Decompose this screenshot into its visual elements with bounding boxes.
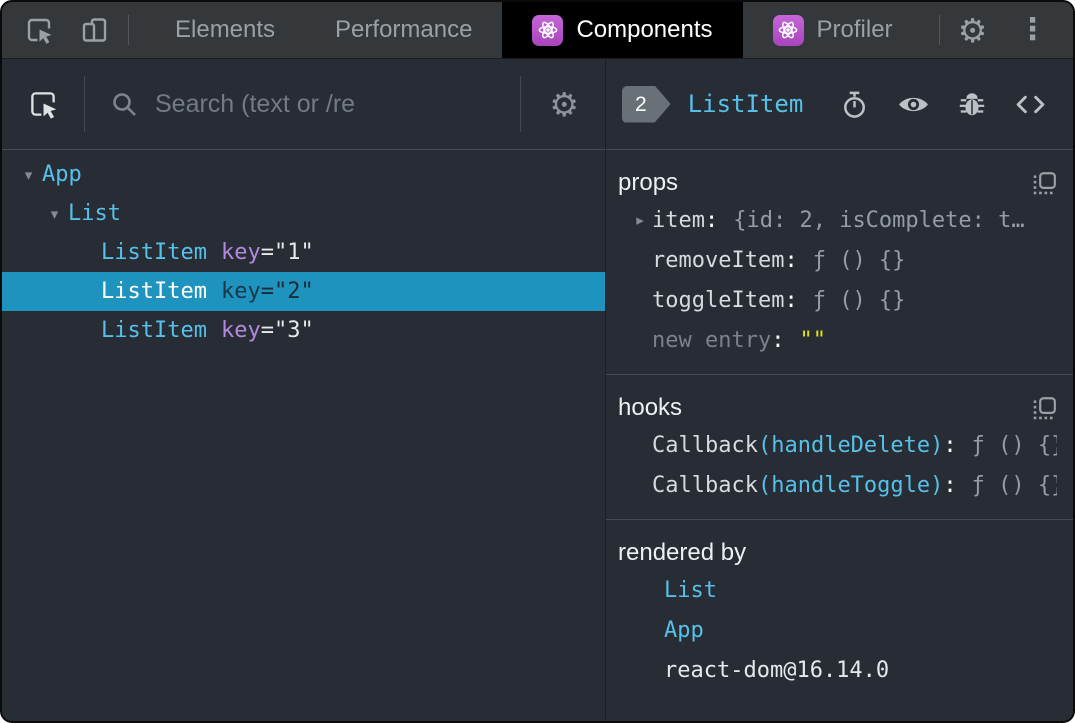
- colon: :: [784, 287, 798, 313]
- copy-hooks-icon[interactable]: [1031, 395, 1057, 421]
- devtools-body: ⚙ ▾ App ▾ List ListItem key ="1" ListIte…: [2, 59, 1073, 720]
- search-box: [109, 89, 497, 119]
- tab-performance-label: Performance: [335, 16, 473, 43]
- react-devtools-window: Elements Performance Components Profiler…: [0, 0, 1075, 723]
- tree-row-listitem-1[interactable]: ListItem key ="1": [2, 233, 605, 272]
- prop-name: item: [652, 207, 705, 233]
- tab-components[interactable]: Components: [502, 2, 743, 58]
- tree-row-list[interactable]: ▾ List: [2, 194, 605, 233]
- component-tree: ▾ App ▾ List ListItem key ="1" ListItem …: [2, 150, 605, 350]
- hook-arg: (handleToggle): [757, 472, 944, 498]
- prop-row-new-entry[interactable]: new entry: "": [618, 320, 1057, 360]
- component-inspector-panel: 2 ListItem props ▸ item: {id: 2, isComp…: [606, 59, 1073, 720]
- tab-elements-label: Elements: [175, 16, 276, 43]
- react-logo-icon: [772, 14, 804, 46]
- inspect-dom-eye-icon[interactable]: [897, 88, 930, 121]
- selected-component-name: ListItem: [687, 90, 804, 118]
- view-source-code-icon[interactable]: [1014, 88, 1047, 121]
- prop-row-toggleitem[interactable]: toggleItem: ƒ () {}: [618, 280, 1057, 320]
- owner-link-app[interactable]: App: [618, 610, 1057, 650]
- copy-props-icon[interactable]: [1031, 170, 1057, 196]
- prop-value: {id: 2, isComplete: t…: [733, 207, 1025, 233]
- tab-profiler[interactable]: Profiler: [743, 2, 923, 58]
- prop-row-item[interactable]: ▸ item: {id: 2, isComplete: t…: [618, 200, 1057, 240]
- tree-row-app[interactable]: ▾ App: [2, 155, 605, 194]
- key-attr-name: key: [220, 240, 261, 265]
- hooks-section: hooks Callback (handleDelete): ƒ () {} …: [606, 375, 1073, 520]
- device-toolbar-icon[interactable]: [78, 13, 112, 47]
- hook-value: ƒ () {}: [971, 472, 1057, 498]
- tab-performance[interactable]: Performance: [305, 2, 502, 58]
- inspect-element-icon[interactable]: [22, 13, 56, 47]
- search-input[interactable]: [155, 89, 497, 119]
- hook-arg: (handleDelete): [757, 432, 944, 458]
- tree-row-listitem-2-selected[interactable]: ListItem key ="2": [2, 272, 605, 311]
- expander-icon[interactable]: ▸: [628, 211, 652, 229]
- hook-name: Callback: [652, 472, 758, 498]
- rendered-by-section: rendered by List App react-dom@16.14.0: [606, 520, 1073, 720]
- toolbar-separator: [938, 15, 940, 45]
- inspector-header: 2 ListItem: [606, 59, 1073, 150]
- hook-value: ƒ () {}: [971, 432, 1057, 458]
- prop-name: toggleItem: [652, 287, 785, 313]
- key-attr-value: ="3": [260, 318, 314, 343]
- colon: :: [784, 247, 798, 273]
- search-icon: [109, 89, 139, 119]
- key-attr-value: ="1": [260, 240, 314, 265]
- toolbar-separator: [128, 15, 129, 45]
- renderer-version-label: react-dom@16.14.0: [664, 657, 890, 683]
- tab-components-label: Components: [576, 16, 713, 43]
- props-section: props ▸ item: {id: 2, isComplete: t… re…: [606, 150, 1073, 375]
- tab-profiler-label: Profiler: [816, 16, 893, 43]
- colon: :: [943, 472, 957, 498]
- prop-value: ƒ () {}: [812, 247, 906, 273]
- component-name: ListItem: [101, 318, 207, 343]
- prop-value: ƒ () {}: [812, 287, 906, 313]
- component-name: List: [68, 201, 121, 226]
- components-tree-panel: ⚙ ▾ App ▾ List ListItem key ="1" ListIte…: [2, 59, 605, 720]
- toolbar-separator: [520, 76, 522, 132]
- key-attr-name: key: [220, 279, 261, 304]
- colon: :: [704, 207, 719, 233]
- component-name: App: [42, 162, 82, 187]
- colon: :: [943, 432, 957, 458]
- devtools-tab-bar: Elements Performance Components Profiler…: [2, 2, 1073, 59]
- rendered-by-title: rendered by: [618, 539, 747, 566]
- react-logo-icon: [532, 14, 564, 46]
- key-attr-name: key: [220, 318, 261, 343]
- tree-settings-gear-icon[interactable]: ⚙: [549, 88, 579, 121]
- prop-row-removeitem[interactable]: removeItem: ƒ () {}: [618, 240, 1057, 280]
- expander-icon[interactable]: ▾: [41, 205, 68, 223]
- colon: :: [771, 327, 785, 353]
- props-title: props: [618, 169, 679, 196]
- hook-name: Callback: [652, 432, 758, 458]
- debug-bug-icon[interactable]: [957, 89, 987, 119]
- component-name: ListItem: [101, 240, 207, 265]
- hook-row-handledelete[interactable]: Callback (handleDelete): ƒ () {}: [618, 425, 1057, 465]
- owner-link-list[interactable]: List: [618, 570, 1057, 610]
- owner-index-badge: 2: [622, 86, 671, 123]
- new-entry-value[interactable]: "": [799, 328, 826, 353]
- hook-row-handletoggle[interactable]: Callback (handleToggle): ƒ () {}: [618, 465, 1057, 505]
- new-entry-label: new entry: [652, 327, 772, 353]
- tab-elements[interactable]: Elements: [145, 2, 305, 58]
- tree-row-listitem-3[interactable]: ListItem key ="3": [2, 311, 605, 350]
- toolbar-separator: [84, 76, 85, 132]
- tree-toolbar: ⚙: [2, 59, 605, 150]
- pick-component-icon[interactable]: [26, 87, 60, 121]
- suspend-stopwatch-icon[interactable]: [839, 89, 870, 120]
- more-options-kebab-icon[interactable]: ⋮: [1016, 13, 1050, 47]
- hooks-title: hooks: [618, 394, 683, 421]
- key-attr-value: ="2": [260, 279, 314, 304]
- settings-gear-icon[interactable]: ⚙: [956, 13, 990, 47]
- inspector-actions: [839, 88, 1047, 121]
- prop-name: removeItem: [652, 247, 785, 273]
- component-name: ListItem: [101, 279, 207, 304]
- expander-icon[interactable]: ▾: [15, 166, 42, 184]
